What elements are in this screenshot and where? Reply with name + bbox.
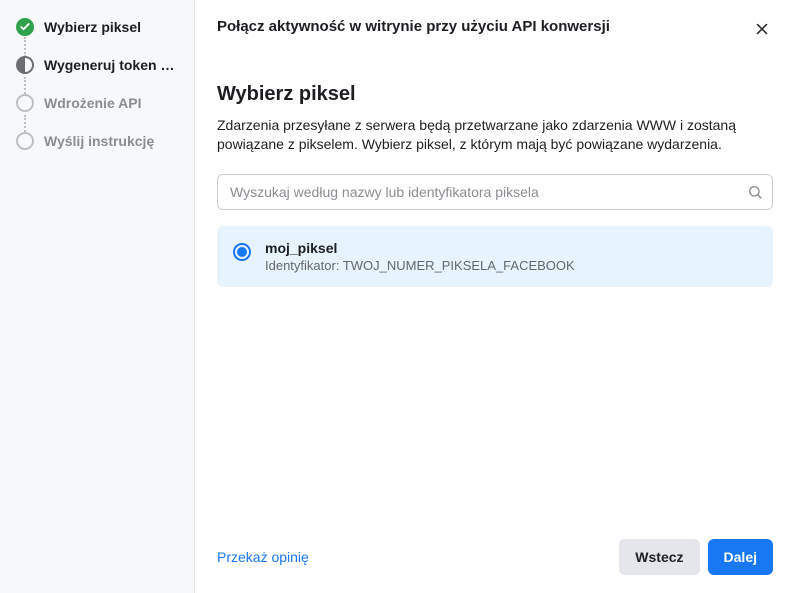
pixel-name: moj_piksel — [265, 240, 575, 256]
search-input[interactable] — [217, 174, 773, 210]
close-icon — [753, 25, 771, 42]
step-label: Wdrożenie API — [44, 95, 142, 111]
empty-circle-icon — [16, 94, 34, 112]
step-wygeneruj-token[interactable]: Wygeneruj token do… — [16, 56, 180, 74]
feedback-link[interactable]: Przekaż opinię — [217, 549, 309, 565]
pixel-option-text: moj_piksel Identyfikator: TWOJ_NUMER_PIK… — [265, 240, 575, 273]
next-button[interactable]: Dalej — [708, 539, 773, 575]
close-button[interactable] — [751, 18, 773, 45]
step-label: Wygeneruj token do… — [44, 57, 180, 73]
step-label: Wyślij instrukcję — [44, 133, 154, 149]
section-title: Wybierz piksel — [217, 83, 773, 106]
half-circle-icon — [16, 56, 34, 74]
wizard-sidebar: Wybierz piksel Wygeneruj token do… Wdroż… — [0, 0, 195, 593]
step-wybierz-piksel[interactable]: Wybierz piksel — [16, 18, 180, 36]
dialog-header: Połącz aktywność w witrynie przy użyciu … — [217, 18, 773, 45]
empty-circle-icon — [16, 132, 34, 150]
main-panel: Połącz aktywność w witrynie przy użyciu … — [195, 0, 795, 593]
check-circle-icon — [16, 18, 34, 36]
dialog-footer: Przekaż opinię Wstecz Dalej — [217, 525, 773, 593]
footer-actions: Wstecz Dalej — [619, 539, 773, 575]
step-wyslij-instrukcje[interactable]: Wyślij instrukcję — [16, 132, 180, 150]
section-description: Zdarzenia przesyłane z serwera będą prze… — [217, 116, 773, 154]
content-area: Wybierz piksel Zdarzenia przesyłane z se… — [217, 45, 773, 525]
radio-selected-icon — [233, 243, 251, 261]
step-wdrozenie-api[interactable]: Wdrożenie API — [16, 94, 180, 112]
search-icon — [747, 184, 763, 200]
pixel-option[interactable]: moj_piksel Identyfikator: TWOJ_NUMER_PIK… — [217, 226, 773, 287]
pixel-id: Identyfikator: TWOJ_NUMER_PIKSELA_FACEBO… — [265, 258, 575, 273]
back-button[interactable]: Wstecz — [619, 539, 699, 575]
search-container — [217, 174, 773, 210]
dialog-title: Połącz aktywność w witrynie przy użyciu … — [217, 18, 610, 35]
step-label: Wybierz piksel — [44, 19, 141, 35]
